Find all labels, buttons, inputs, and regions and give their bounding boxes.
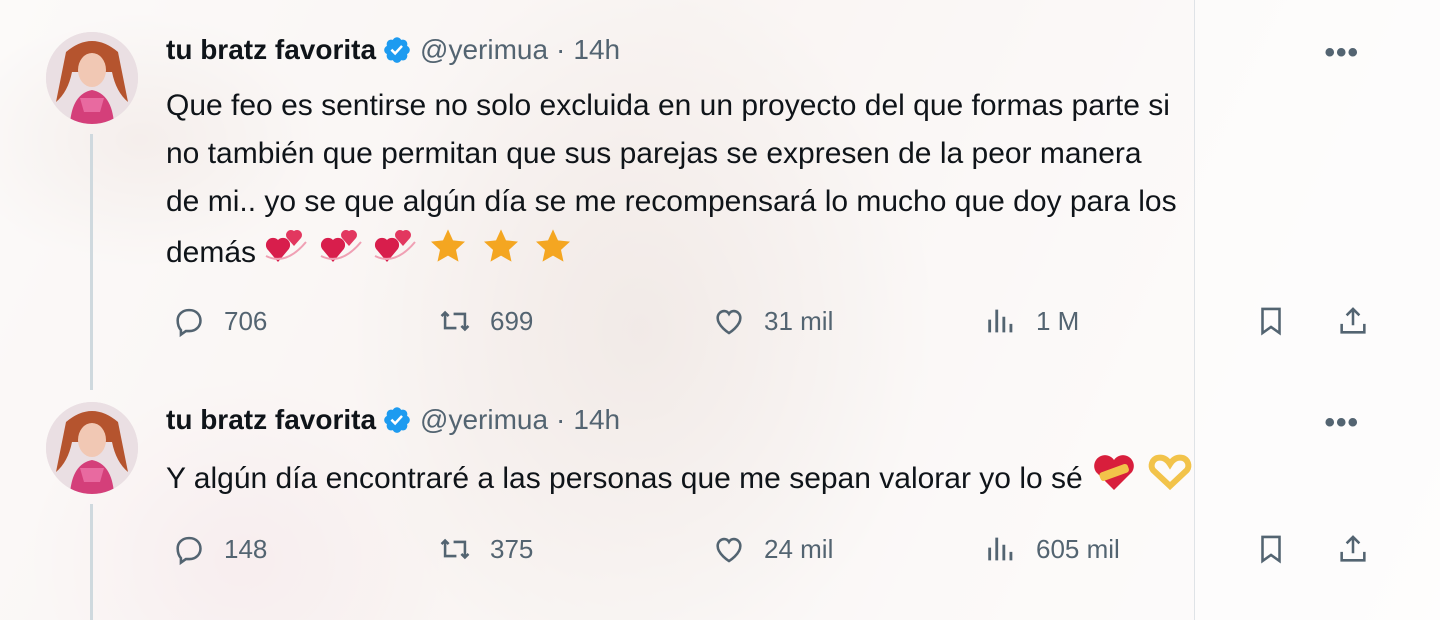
heart-icon	[716, 309, 742, 335]
tweet-text-line: Y algún día encontraré a las personas qu…	[166, 462, 1083, 495]
views-button[interactable]: 1 M	[984, 304, 1079, 338]
like-count: 24 mil	[764, 533, 834, 564]
tweet-text: Que feo es sentirse no solo excluida en …	[166, 82, 1386, 281]
star-icon	[480, 226, 522, 281]
retweet-count: 375	[490, 533, 534, 564]
tweet-header: tu bratz favorita @yerimua · 14h	[166, 34, 620, 66]
star-icon	[532, 226, 574, 281]
tweet-text-line: Que feo es sentirse no solo excluida en …	[166, 89, 1170, 122]
display-name[interactable]: tu bratz favorita	[166, 404, 376, 436]
timestamp[interactable]: 14h	[573, 34, 620, 66]
avatar-image	[46, 402, 138, 494]
tweet-text: Y algún día encontraré a las personas qu…	[166, 452, 1386, 507]
user-handle[interactable]: @yerimua	[420, 404, 548, 436]
tweet[interactable]: tu bratz favorita @yerimua · 14h ••• Y a…	[0, 390, 1415, 620]
reply-button[interactable]: 148	[172, 532, 267, 566]
more-options-icon[interactable]: •••	[1324, 36, 1359, 70]
retweet-icon	[440, 310, 470, 332]
tweet-text-line: no también que permitan que sus parejas …	[166, 137, 1142, 170]
revolving-hearts-icon	[264, 226, 308, 281]
tweet-text-line: demás	[166, 236, 257, 269]
reply-icon	[176, 536, 202, 566]
tweet-text-line-last: demás	[166, 226, 1386, 281]
retweet-button[interactable]: 699	[438, 304, 533, 338]
display-name[interactable]: tu bratz favorita	[166, 34, 376, 66]
share-icon	[1340, 535, 1366, 562]
like-button[interactable]: 24 mil	[712, 532, 833, 566]
thread-line	[90, 134, 93, 390]
timestamp[interactable]: 14h	[573, 404, 620, 436]
verified-badge-icon[interactable]	[382, 405, 412, 435]
revolving-hearts-icon	[319, 226, 363, 281]
bookmark-button[interactable]	[1254, 304, 1288, 338]
share-icon	[1340, 307, 1366, 334]
tweet-actions: 706 699 31 mil 1 M	[166, 304, 1386, 344]
verified-badge-icon[interactable]	[382, 35, 412, 65]
views-chart-icon	[988, 537, 1013, 561]
heart-hands-icon	[1147, 452, 1193, 507]
views-chart-icon	[988, 309, 1013, 333]
separator-dot: ·	[556, 34, 566, 65]
revolving-hearts-icon	[373, 226, 417, 281]
views-count: 1 M	[1036, 305, 1080, 336]
like-button[interactable]: 31 mil	[712, 304, 833, 338]
star-icon	[427, 226, 469, 281]
heart-icon	[716, 537, 742, 563]
tweet-header: tu bratz favorita @yerimua · 14h	[166, 404, 620, 436]
reply-button[interactable]: 706	[172, 304, 267, 338]
retweet-icon	[440, 538, 470, 560]
retweet-count: 699	[490, 305, 534, 336]
more-options-icon[interactable]: •••	[1324, 406, 1359, 440]
share-button[interactable]	[1336, 304, 1370, 338]
reply-icon	[176, 308, 202, 338]
avatar[interactable]	[46, 402, 138, 494]
user-handle[interactable]: @yerimua	[420, 34, 548, 66]
bookmark-icon	[1261, 535, 1281, 564]
retweet-button[interactable]: 375	[438, 532, 533, 566]
share-button[interactable]	[1336, 532, 1370, 566]
bookmark-button[interactable]	[1254, 532, 1288, 566]
reply-count: 148	[224, 533, 268, 564]
bookmark-icon	[1261, 307, 1281, 336]
like-count: 31 mil	[764, 305, 834, 336]
avatar[interactable]	[46, 32, 138, 124]
tweet-actions: 148 375 24 mil 605 mil	[166, 532, 1386, 572]
views-count: 605 mil	[1036, 533, 1120, 564]
tweet-text-line: de mi.. yo se que algún día se me recomp…	[166, 185, 1177, 218]
reply-count: 706	[224, 305, 268, 336]
thread-line	[90, 504, 93, 620]
views-button[interactable]: 605 mil	[984, 532, 1120, 566]
tweet[interactable]: tu bratz favorita @yerimua · 14h ••• Que…	[0, 0, 1415, 390]
avatar-image	[46, 32, 138, 124]
separator-dot: ·	[556, 404, 566, 435]
heart-with-bandage-icon	[1091, 452, 1137, 507]
